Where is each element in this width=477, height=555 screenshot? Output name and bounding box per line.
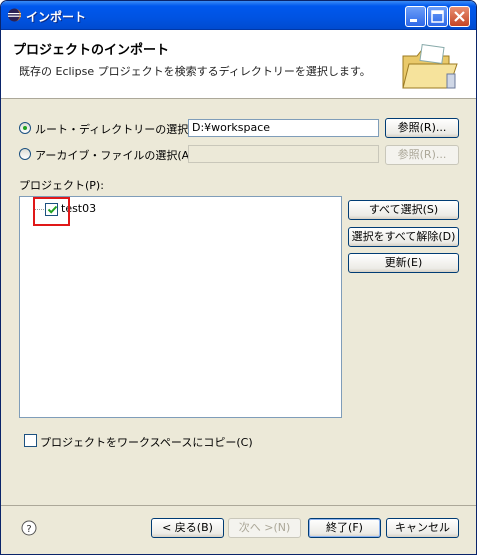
- maximize-button[interactable]: [427, 6, 448, 27]
- archive-input[interactable]: [188, 145, 379, 163]
- dialog-header: プロジェクトのインポート 既存の Eclipse プロジェクトを検索するディレク…: [1, 30, 476, 99]
- folder-icon: [402, 44, 458, 89]
- archive-radio[interactable]: [19, 148, 31, 160]
- close-button[interactable]: [449, 6, 470, 27]
- root-dir-label: ルート・ディレクトリーの選択(T):: [35, 123, 208, 136]
- eclipse-icon: [8, 8, 21, 22]
- finish-button[interactable]: 終了(F): [308, 518, 381, 538]
- page-title: プロジェクトのインポート: [13, 43, 170, 58]
- back-button[interactable]: < 戻る(B): [151, 518, 224, 538]
- root-dir-radio[interactable]: [19, 122, 31, 134]
- copy-checkbox[interactable]: [24, 434, 37, 447]
- minimize-icon: [410, 19, 417, 22]
- refresh-button[interactable]: 更新(E): [348, 253, 459, 273]
- minimize-button[interactable]: [405, 6, 426, 27]
- cancel-button[interactable]: キャンセル: [386, 518, 459, 538]
- footer-separator: [1, 505, 476, 506]
- window-title: インポート: [26, 10, 87, 24]
- close-icon: [454, 11, 465, 22]
- next-button[interactable]: 次へ >(N): [228, 518, 301, 538]
- page-description: 既存の Eclipse プロジェクトを検索するディレクトリーを選択します。: [19, 65, 371, 78]
- project-list[interactable]: test03: [19, 196, 342, 418]
- archive-label: アーカイブ・ファイルの選択(A):: [35, 149, 198, 162]
- title-bar[interactable]: インポート: [1, 1, 476, 30]
- select-all-button[interactable]: すべて選択(S): [348, 200, 459, 220]
- copy-label: プロジェクトをワークスペースにコピー(C): [40, 436, 253, 449]
- projects-label: プロジェクト(P):: [19, 179, 104, 192]
- import-dialog: インポート プロジェクトのインポート 既存の Eclipse プロジェクトを検索…: [0, 0, 477, 555]
- root-dir-input[interactable]: D:¥workspace: [188, 119, 379, 137]
- help-icon[interactable]: ?: [21, 520, 37, 536]
- deselect-all-button[interactable]: 選択をすべて解除(D): [348, 227, 459, 247]
- svg-text:?: ?: [26, 524, 31, 535]
- archive-browse-button[interactable]: 参照(R)...: [385, 145, 459, 165]
- root-browse-button[interactable]: 参照(R)...: [385, 118, 459, 138]
- highlight-box: [33, 197, 70, 226]
- maximize-icon: [431, 10, 444, 23]
